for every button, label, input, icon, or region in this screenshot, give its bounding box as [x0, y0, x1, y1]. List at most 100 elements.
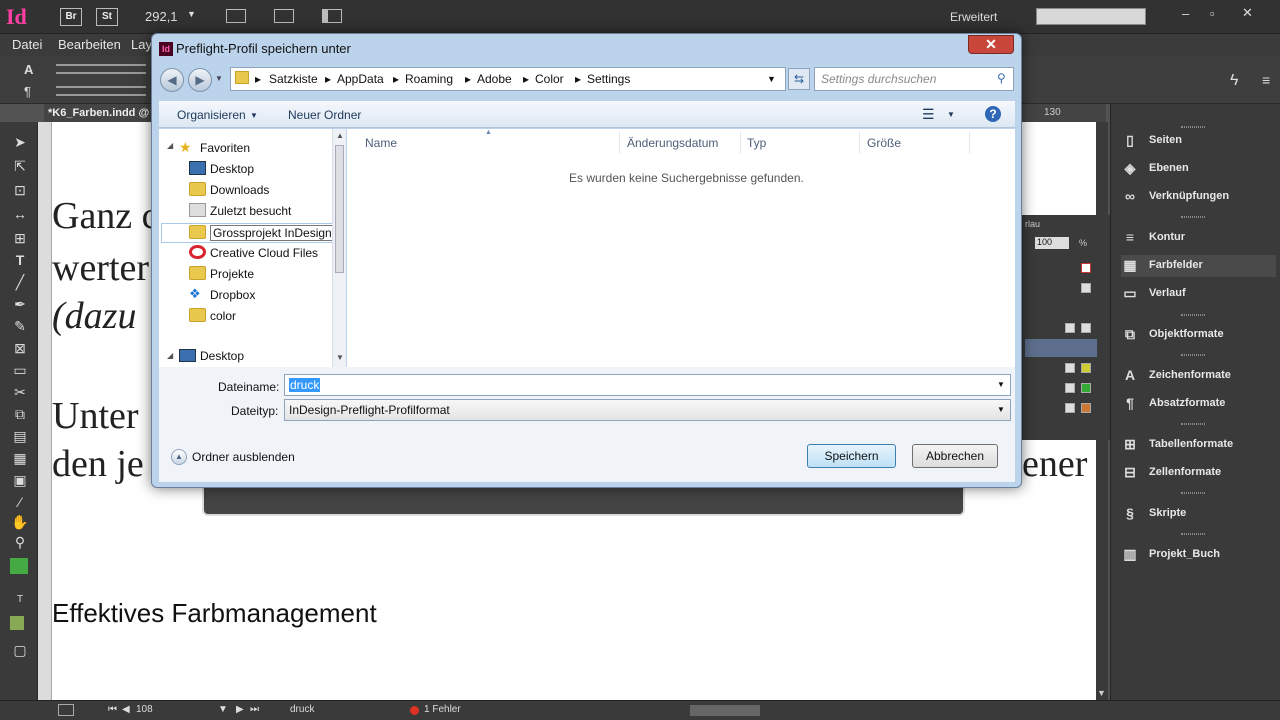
panel-verlauf[interactable]: ▭ Verlauf [1121, 283, 1276, 305]
panel-absatzformate[interactable]: ¶ Absatzformate [1121, 393, 1276, 415]
content-collector-icon[interactable]: ⊞ [10, 230, 30, 248]
column-divider[interactable] [619, 132, 620, 154]
panel-menu-icon[interactable]: ≡ [1262, 72, 1270, 88]
swatch-none[interactable] [1081, 263, 1091, 273]
document-tab[interactable]: *K6_Farben.indd @ [48, 107, 149, 119]
formatting-affects-text-icon[interactable]: T [10, 594, 30, 612]
arrange-documents-icon[interactable] [322, 9, 342, 23]
panel-grip[interactable] [1181, 314, 1205, 316]
navigation-scroll-thumb[interactable] [335, 145, 344, 273]
rectangle-frame-tool-icon[interactable]: ⊠ [10, 340, 30, 358]
eyedropper-tool-icon[interactable]: ⁄ [10, 494, 30, 512]
swatch-red[interactable] [1081, 403, 1091, 413]
workspace-switcher[interactable]: Erweitert [950, 10, 997, 24]
page-tool-icon[interactable]: ⊡ [10, 182, 30, 200]
page-dropdown-icon[interactable]: ▼ [218, 704, 228, 715]
file-list[interactable]: Name ▲ Änderungsdatum Typ Größe Es wurde… [347, 129, 1015, 367]
apply-color-icon[interactable] [10, 616, 24, 630]
favorites-header[interactable]: Favoriten [200, 141, 250, 155]
last-page-icon[interactable]: ⏭ [250, 704, 259, 715]
view-mode-dropdown-icon[interactable]: ▼ [947, 110, 955, 119]
panel-grip[interactable] [1181, 126, 1205, 128]
gradient-feather-tool-icon[interactable]: ▦ [10, 450, 30, 468]
hand-tool-icon[interactable]: ✋ [10, 514, 30, 532]
swatch-green[interactable] [1081, 383, 1091, 393]
panel-seiten[interactable]: ▯ Seiten [1121, 130, 1276, 152]
pencil-tool-icon[interactable]: ✎ [10, 318, 30, 336]
help-icon[interactable]: ? [985, 106, 1001, 122]
menu-layout[interactable]: Lay [131, 37, 152, 52]
paragraph-mode-icon[interactable]: ¶ [24, 84, 31, 99]
preflight-profile[interactable]: druck [290, 704, 400, 715]
scroll-down-icon[interactable]: ▼ [1097, 688, 1106, 698]
nav-desktop-root[interactable]: Desktop [200, 349, 244, 363]
filetype-dropdown-icon[interactable]: ▼ [997, 405, 1005, 414]
gap-tool-icon[interactable]: ↔ [10, 206, 30, 224]
navigation-scrollbar[interactable]: ▲ ▼ [332, 129, 346, 367]
swatch-cyan[interactable] [1065, 363, 1075, 373]
maximize-icon[interactable]: ▫ [1210, 6, 1215, 21]
scroll-down-icon[interactable]: ▼ [336, 353, 344, 362]
zoom-level[interactable]: 292,1 [145, 9, 178, 24]
free-transform-tool-icon[interactable]: ⧉ [10, 406, 30, 424]
forward-button[interactable]: ▶ [188, 68, 212, 92]
filetype-select[interactable]: InDesign-Preflight-Profilformat ▼ [284, 399, 1011, 421]
quick-apply-icon[interactable]: ϟ [1230, 72, 1238, 90]
panel-zellenformate[interactable]: ⊟ Zellenformate [1121, 462, 1276, 484]
alignment-options-icon[interactable] [56, 64, 146, 74]
swatch-blue[interactable] [1065, 403, 1075, 413]
menu-bearbeiten[interactable]: Bearbeiten [58, 37, 121, 52]
stock-button[interactable]: St [96, 8, 118, 26]
back-button[interactable]: ◀ [160, 68, 184, 92]
organize-dropdown-icon[interactable]: ▼ [250, 111, 258, 120]
swatch-paper[interactable] [1065, 323, 1075, 333]
help-search-input[interactable] [1036, 8, 1146, 25]
panel-ebenen[interactable]: ◈ Ebenen [1121, 158, 1276, 180]
fill-stroke-icon[interactable] [10, 558, 28, 574]
column-divider[interactable] [740, 132, 741, 154]
pen-tool-icon[interactable]: ✒ [10, 296, 30, 314]
refresh-icon[interactable]: ⇆ [788, 68, 810, 90]
breadcrumb-roaming[interactable]: Roaming [405, 72, 453, 86]
panel-objektformate[interactable]: ⧉ Objektformate [1121, 324, 1276, 346]
nav-grossprojekt[interactable]: Grossprojekt InDesign [161, 223, 335, 243]
character-mode-icon[interactable]: A [24, 62, 33, 77]
tint-input[interactable]: 100 [1035, 237, 1069, 249]
filename-dropdown-icon[interactable]: ▼ [997, 380, 1005, 389]
filename-input[interactable]: druck ▼ [284, 374, 1011, 396]
preflight-errors[interactable]: 1 Fehler [424, 704, 461, 715]
panel-grip[interactable] [1181, 492, 1205, 494]
breadcrumb-satzkiste[interactable]: Satzkiste [269, 72, 318, 86]
swatch-black[interactable] [1081, 323, 1091, 333]
direct-selection-tool-icon[interactable]: ⇱ [10, 158, 30, 176]
recent-locations-icon[interactable]: ▼ [215, 74, 223, 83]
swatch-yellow[interactable] [1065, 383, 1075, 393]
bridge-button[interactable]: Br [60, 8, 82, 26]
breadcrumb-color[interactable]: Color [535, 72, 564, 86]
minimize-icon[interactable]: – [1182, 6, 1189, 21]
desktop-collapse-icon[interactable]: ◢ [167, 351, 173, 360]
column-name[interactable]: Name [365, 136, 397, 150]
previous-page-icon[interactable]: ◀ [122, 704, 130, 715]
next-page-icon[interactable]: ▶ [236, 704, 244, 715]
justify-options-icon[interactable] [56, 86, 146, 96]
swatch-magenta[interactable] [1081, 363, 1091, 373]
scroll-up-icon[interactable]: ▲ [336, 131, 344, 140]
horizontal-scroll-thumb[interactable] [690, 705, 760, 716]
screen-mode-tool-icon[interactable]: ▢ [10, 642, 30, 660]
save-button[interactable]: Speichern [807, 444, 896, 468]
panel-kontur[interactable]: ≡ Kontur [1121, 227, 1276, 249]
breadcrumb-appdata[interactable]: AppData [337, 72, 384, 86]
panel-zeichenformate[interactable]: A Zeichenformate [1121, 365, 1276, 387]
swatch-row-selected[interactable] [1025, 339, 1097, 357]
panel-verknuepfungen[interactable]: ∞ Verknüpfungen [1121, 186, 1276, 208]
panel-grip[interactable] [1181, 423, 1205, 425]
line-tool-icon[interactable]: ╱ [10, 274, 30, 292]
search-input[interactable]: Settings durchsuchen ⚲ [814, 67, 1014, 91]
column-type[interactable]: Typ [747, 136, 766, 150]
zoom-tool-icon[interactable]: ⚲ [10, 534, 30, 552]
panel-grip[interactable] [1181, 216, 1205, 218]
hide-folders-icon[interactable]: ▲ [171, 449, 187, 465]
panel-skripte[interactable]: § Skripte [1121, 503, 1276, 525]
screen-mode-icon[interactable] [274, 9, 294, 23]
